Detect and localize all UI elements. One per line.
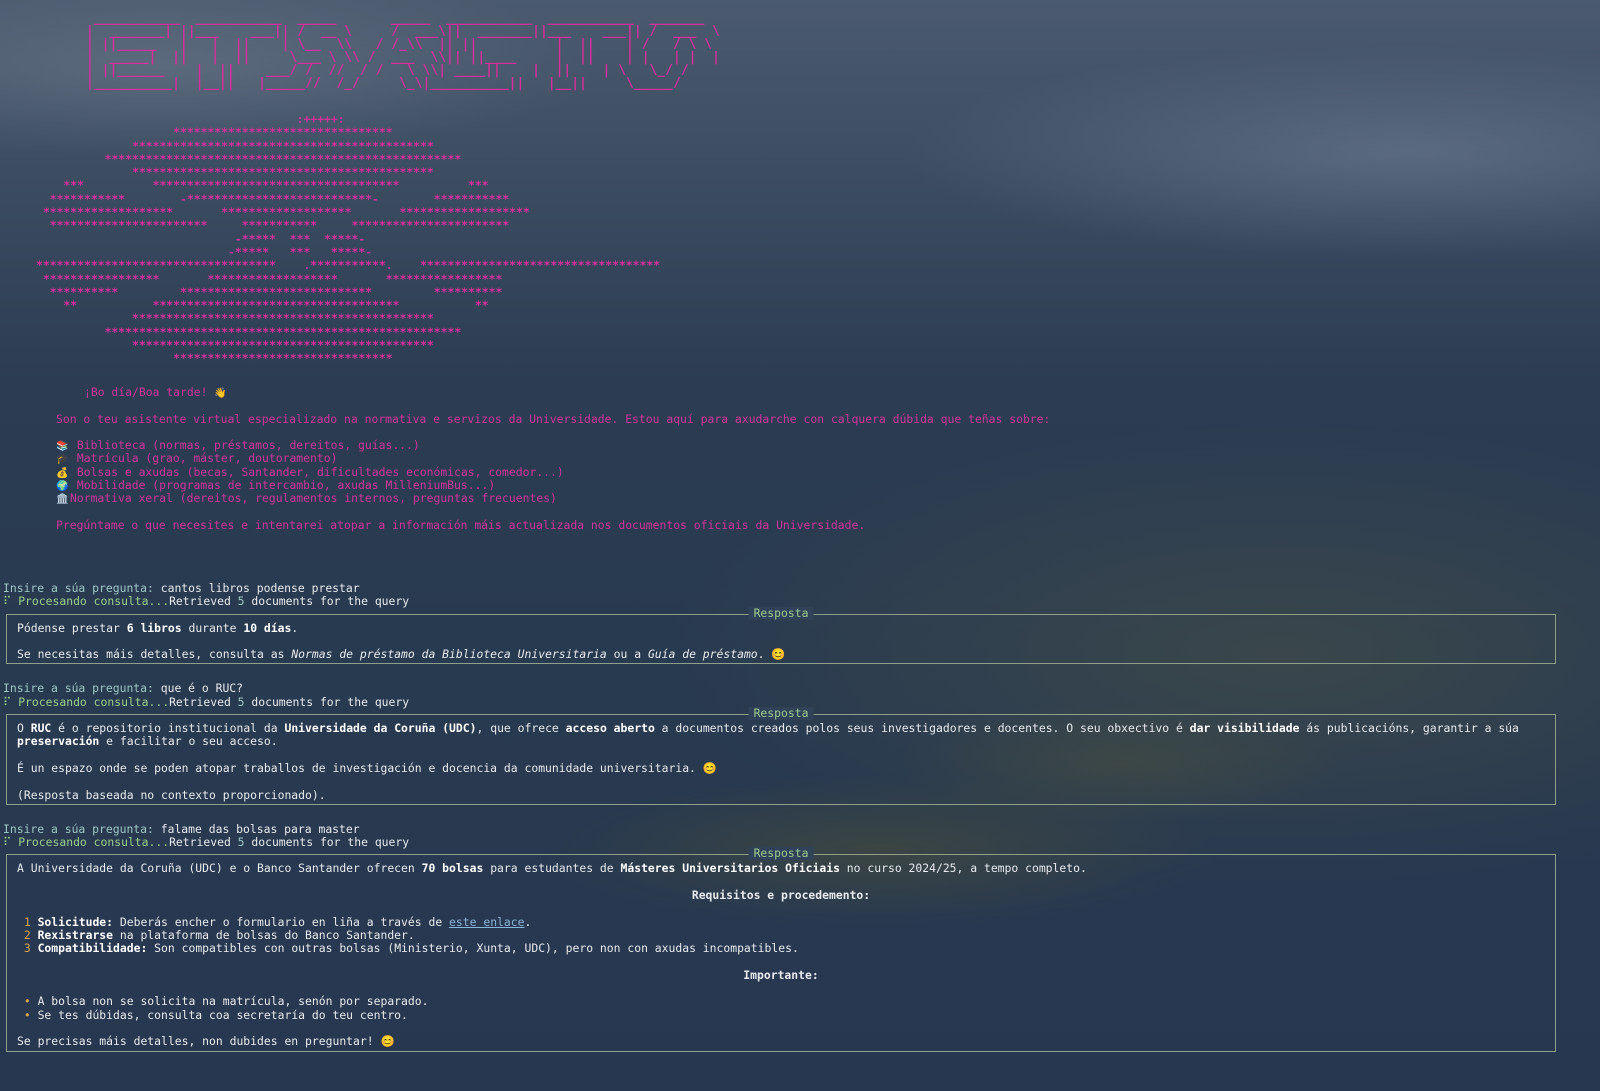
answer-line: Se necesitas máis detalles, consulta as …	[17, 647, 786, 662]
step-item: 1 Solicitude: Deberás encher o formulari…	[23, 914, 532, 929]
classical-building-icon: 🏛️	[56, 494, 69, 506]
user-question[interactable]: Insire a súa pregunta: cantos libros pod…	[3, 581, 1593, 595]
bullet-item: • A bolsa non se solicita na matrícula, …	[23, 994, 429, 1009]
section-heading: Requisitos e procedemento:	[691, 888, 871, 903]
assistant-description: Son o teu asistente virtual especializad…	[56, 411, 1051, 426]
topic-mobility: 🌍 Mobilidade (programas de intercambio, …	[56, 478, 496, 493]
answer-line: Se precisas máis detalles, non dubides e…	[17, 1034, 395, 1049]
prompt-label: Insire a súa pregunta:	[3, 821, 154, 836]
application-link[interactable]: este enlace	[449, 915, 524, 929]
section-heading: Importante:	[743, 967, 819, 982]
user-question[interactable]: Insire a súa pregunta: falame das bolsas…	[3, 821, 1593, 836]
exchange-1: Insire a súa pregunta: cantos libros pod…	[3, 581, 1593, 665]
exchange-2: Insire a súa pregunta: que é o RUC? ⠏ Pr…	[3, 682, 1593, 805]
books-icon: 📚	[56, 441, 69, 453]
user-question[interactable]: Insire a súa pregunta: que é o RUC?	[3, 682, 1593, 695]
topic-regulations: 🏛️ Normativa xeral (dereitos, regulamento…	[56, 491, 557, 506]
panel-title: Resposta	[748, 847, 814, 861]
waving-hand-icon: 👋	[214, 388, 227, 399]
exchange-3: Insire a súa pregunta: falame das bolsas…	[3, 821, 1593, 1052]
panel-title: Resposta	[748, 707, 814, 721]
spinner-icon: ⠏	[3, 835, 19, 850]
money-bag-icon: 💰	[56, 467, 69, 479]
topic-grants: 💰 Bolsas e axudas (becas, Santander, dif…	[56, 464, 564, 479]
panel-title: Resposta	[748, 606, 814, 620]
answer-panel: Resposta Pódense prestar 6 libros durant…	[6, 606, 1556, 665]
greeting-line: ¡Bo día/Boa tarde! 👋	[56, 385, 1050, 399]
prompt-label: Insire a súa pregunta:	[3, 581, 154, 595]
question-text: que é o RUC?	[153, 681, 244, 696]
bullet-item: • Se tes dúbidas, consulta coa secretarí…	[23, 1007, 408, 1022]
answer-panel: Resposta A Universidade da Coruña (UDC) …	[6, 847, 1556, 1052]
spinner-icon: ⠏	[3, 594, 19, 609]
step-item: 3 Compatibilidade: Son compatibles con o…	[23, 941, 799, 956]
conversation-log: Insire a súa pregunta: cantos libros pod…	[3, 581, 1593, 1070]
spinner-icon: ⠏	[3, 694, 19, 709]
ascii-planet-art: :+++++: ********************************…	[36, 112, 661, 366]
topic-library: 📚 Biblioteca (normas, préstamos, dereito…	[56, 438, 420, 453]
answer-line: (Resposta baseada no contexto proporcion…	[17, 787, 326, 802]
assistant-closing: Pregúntame o que necesites e intentarei …	[56, 517, 866, 532]
welcome-message: ¡Bo día/Boa tarde! 👋 Son o teu asistente…	[56, 385, 1051, 532]
answer-panel: Resposta O RUC é o repositorio instituci…	[6, 707, 1556, 805]
step-item: 2 Rexistrarse na plataforma de bolsas do…	[23, 927, 415, 942]
answer-line: É un espazo onde se poden atopar traball…	[17, 760, 717, 775]
graduation-cap-icon: 🎓	[56, 454, 69, 466]
globe-icon: 🌍	[56, 481, 69, 493]
answer-line: O RUC é o repositorio institucional da U…	[17, 721, 1526, 749]
topic-enrolment: 🎓 Matrícula (grao, máster, doutoramento)	[56, 451, 338, 466]
answer-line: Pódense prestar 6 libros durante 10 días…	[17, 620, 299, 635]
question-text: falame das bolsas para master	[153, 821, 360, 836]
answer-line: A Universidade da Coruña (UDC) e o Banco…	[17, 861, 1087, 876]
greeting-text: ¡Bo día/Boa tarde!	[84, 385, 215, 399]
question-text: cantos libros podense prestar	[153, 581, 360, 595]
prompt-label: Insire a súa pregunta:	[3, 681, 154, 696]
etsacito-ascii-logo: ___________ ___________ _____ _____ ____…	[86, 11, 720, 91]
